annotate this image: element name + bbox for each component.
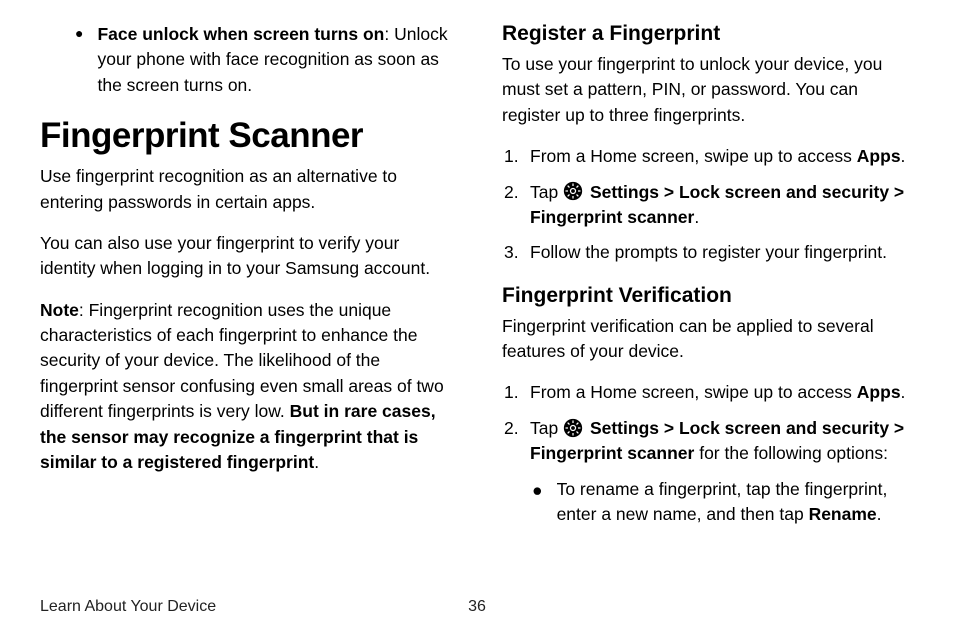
- register-heading: Register a Fingerprint: [502, 22, 914, 46]
- right-column: Register a Fingerprint To use your finge…: [502, 22, 914, 545]
- note-label: Note: [40, 300, 79, 320]
- verify-section: Fingerprint Verification Fingerprint ver…: [502, 284, 914, 528]
- register-step-1: 1. From a Home screen, swipe up to acces…: [502, 144, 914, 169]
- intro-para-1: Use fingerprint recognition as an altern…: [40, 164, 452, 215]
- verify-steps: 1. From a Home screen, swipe up to acces…: [502, 380, 914, 527]
- verify-heading: Fingerprint Verification: [502, 284, 914, 308]
- step-text: From a Home screen, swipe up to access A…: [530, 380, 914, 405]
- intro-para-2: You can also use your fingerprint to ver…: [40, 231, 452, 282]
- sub-bullet-text: To rename a fingerprint, tap the fingerp…: [557, 477, 914, 528]
- step-text: Tap Settings > Lock screen and security …: [530, 416, 914, 467]
- bullet-text: Face unlock when screen turns on: Unlock…: [97, 22, 452, 98]
- verify-step-1: 1. From a Home screen, swipe up to acces…: [502, 380, 914, 405]
- verify-intro: Fingerprint verification can be applied …: [502, 314, 914, 365]
- page-number: 36: [468, 598, 486, 616]
- step-text: Tap Settings > Lock screen and security …: [530, 180, 914, 231]
- register-section: Register a Fingerprint To use your finge…: [502, 22, 914, 266]
- note-para: Note: Fingerprint recognition uses the u…: [40, 298, 452, 476]
- step-number: 2.: [502, 180, 530, 231]
- step-text: Follow the prompts to register your fing…: [530, 240, 914, 265]
- settings-icon: [563, 418, 583, 438]
- register-step-2: 2. Tap Settings > Lock screen and securi…: [502, 180, 914, 231]
- note-end: .: [314, 452, 319, 472]
- fingerprint-scanner-heading: Fingerprint Scanner: [40, 116, 452, 156]
- step-number: 2.: [502, 416, 530, 467]
- bullet-bold: Face unlock when screen turns on: [97, 24, 384, 44]
- footer-section-title: Learn About Your Device: [40, 598, 216, 616]
- page-content: ● Face unlock when screen turns on: Unlo…: [0, 0, 954, 545]
- page-footer: Learn About Your Device 36: [40, 598, 914, 616]
- register-step-3: 3. Follow the prompts to register your f…: [502, 240, 914, 265]
- bullet-icon: ●: [532, 477, 543, 528]
- bullet-icon: ●: [75, 22, 83, 98]
- step-number: 1.: [502, 380, 530, 405]
- left-column: ● Face unlock when screen turns on: Unlo…: [40, 22, 452, 545]
- register-intro: To use your fingerprint to unlock your d…: [502, 52, 914, 128]
- register-steps: 1. From a Home screen, swipe up to acces…: [502, 144, 914, 266]
- settings-icon: [563, 181, 583, 201]
- face-unlock-bullet: ● Face unlock when screen turns on: Unlo…: [40, 22, 452, 98]
- step-number: 1.: [502, 144, 530, 169]
- step-number: 3.: [502, 240, 530, 265]
- verify-sub-bullet: ● To rename a fingerprint, tap the finge…: [502, 477, 914, 528]
- verify-step-2: 2. Tap Settings > Lock screen and securi…: [502, 416, 914, 467]
- step-text: From a Home screen, swipe up to access A…: [530, 144, 914, 169]
